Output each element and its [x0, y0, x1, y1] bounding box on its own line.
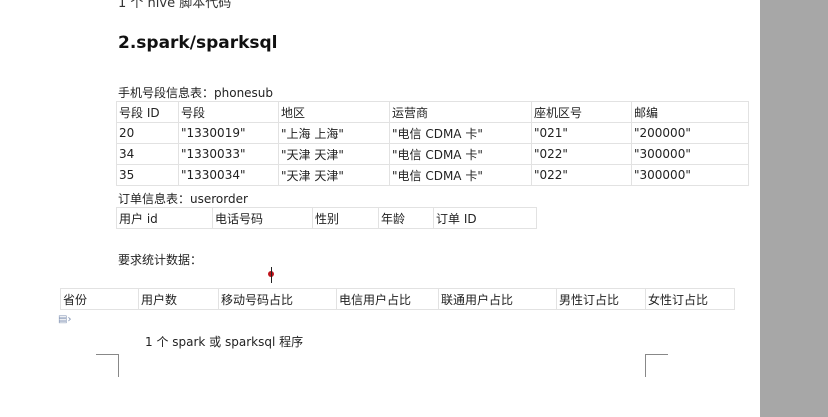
table-cell: "021" — [531, 122, 632, 144]
phone-table-caption: 手机号段信息表：phonesub — [118, 86, 274, 100]
table-cell: "022" — [531, 143, 632, 165]
header-cell: 年龄 — [378, 207, 434, 229]
page-corner-mark — [96, 354, 119, 377]
table-cell: "上海 上海" — [278, 122, 390, 144]
table-cell: "200000" — [631, 122, 749, 144]
table-header-row: 省份 用户数 移动号码占比 电信用户占比 联通用户占比 男性订占比 女性订占比 — [60, 288, 735, 310]
header-cell: 运营商 — [389, 101, 532, 123]
header-cell: 女性订占比 — [645, 288, 735, 310]
header-cell: 电话号码 — [212, 207, 313, 229]
hive-script-line: 1 个 hive 脚本代码 — [118, 0, 232, 11]
header-cell: 订单 ID — [433, 207, 537, 229]
order-table-caption: 订单信息表：userorder — [118, 192, 248, 206]
stats-table: 省份 用户数 移动号码占比 电信用户占比 联通用户占比 男性订占比 女性订占比 — [60, 288, 735, 310]
table-cell: 34 — [116, 143, 179, 165]
table-cell: "300000" — [631, 164, 749, 186]
table-cell: "1330019" — [178, 122, 279, 144]
section-heading: 2.spark/sparksql — [118, 33, 278, 53]
table-cell: "022" — [531, 164, 632, 186]
header-cell: 地区 — [278, 101, 390, 123]
table-cell: "电信 CDMA 卡" — [389, 164, 532, 186]
table-row: 34 "1330033" "天津 天津" "电信 CDMA 卡" "022" "… — [116, 143, 749, 165]
program-requirement-line: 1 个 spark 或 sparksql 程序 — [145, 335, 304, 349]
stats-caption: 要求统计数据： — [118, 253, 203, 267]
header-cell: 男性订占比 — [556, 288, 646, 310]
table-header-row: 用户 id 电话号码 性别 年龄 订单 ID — [116, 207, 537, 229]
header-cell: 用户数 — [138, 288, 219, 310]
header-cell: 用户 id — [116, 207, 213, 229]
page-corner-mark — [645, 354, 668, 377]
table-cell: "1330034" — [178, 164, 279, 186]
table-cell: 35 — [116, 164, 179, 186]
table-cell: "电信 CDMA 卡" — [389, 122, 532, 144]
header-cell: 性别 — [312, 207, 379, 229]
phonesub-table: 号段 ID 号段 地区 运营商 座机区号 邮编 20 "1330019" "上海… — [116, 101, 749, 186]
header-cell: 移动号码占比 — [218, 288, 337, 310]
paste-options-icon[interactable]: ▤› — [58, 314, 71, 325]
table-cell: "天津 天津" — [278, 143, 390, 165]
header-cell: 号段 — [178, 101, 279, 123]
table-cell: "300000" — [631, 143, 749, 165]
header-cell: 号段 ID — [116, 101, 179, 123]
header-cell: 邮编 — [631, 101, 749, 123]
table-header-row: 号段 ID 号段 地区 运营商 座机区号 邮编 — [116, 101, 749, 123]
text-cursor-icon — [266, 266, 276, 284]
table-cell: "电信 CDMA 卡" — [389, 143, 532, 165]
header-cell: 省份 — [60, 288, 139, 310]
document-page: 1 个 hive 脚本代码 2.spark/sparksql 手机号段信息表：p… — [0, 0, 760, 417]
table-row: 20 "1330019" "上海 上海" "电信 CDMA 卡" "021" "… — [116, 122, 749, 144]
table-cell: 20 — [116, 122, 179, 144]
userorder-table: 用户 id 电话号码 性别 年龄 订单 ID — [116, 207, 537, 229]
header-cell: 座机区号 — [531, 101, 632, 123]
table-cell: "天津 天津" — [278, 164, 390, 186]
page-gutter — [760, 0, 828, 417]
header-cell: 电信用户占比 — [336, 288, 439, 310]
table-row: 35 "1330034" "天津 天津" "电信 CDMA 卡" "022" "… — [116, 164, 749, 186]
header-cell: 联通用户占比 — [438, 288, 557, 310]
table-cell: "1330033" — [178, 143, 279, 165]
